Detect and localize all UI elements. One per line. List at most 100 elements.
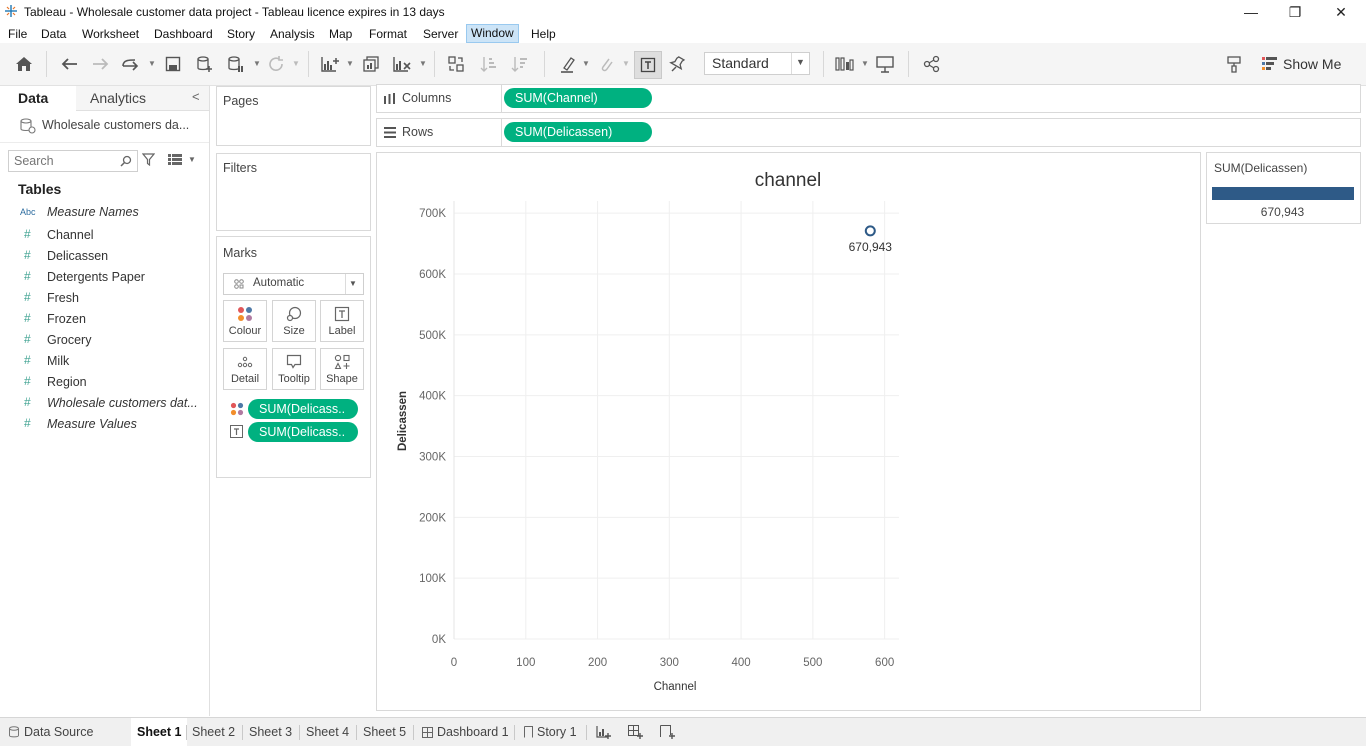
rows-pill[interactable]: SUM(Delicassen) xyxy=(504,122,652,142)
group-members-icon[interactable] xyxy=(594,52,618,76)
new-data-source-icon[interactable] xyxy=(193,52,217,76)
tab-sheet-2[interactable]: Sheet 2 xyxy=(186,718,241,746)
tab-story-1[interactable]: Story 1 xyxy=(518,718,583,746)
pause-updates-icon[interactable] xyxy=(224,52,248,76)
duplicate-sheet-icon[interactable] xyxy=(359,52,383,76)
tab-sheet-1[interactable]: Sheet 1 xyxy=(131,718,188,746)
colour-legend[interactable]: SUM(Delicassen) 670,943 xyxy=(1206,152,1361,224)
clear-sheet-caret-icon[interactable]: ▼ xyxy=(419,59,427,68)
view-list-icon[interactable] xyxy=(168,154,182,165)
menu-data[interactable]: Data xyxy=(37,26,70,42)
menu-map[interactable]: Map xyxy=(325,26,356,42)
label-button[interactable]: Label xyxy=(320,300,364,342)
filters-card[interactable]: Filters xyxy=(216,153,371,231)
field-frozen[interactable]: # Frozen xyxy=(0,309,205,329)
menu-dashboard[interactable]: Dashboard xyxy=(150,26,217,42)
refresh-icon[interactable] xyxy=(264,52,288,76)
legend-value: 670,943 xyxy=(1260,205,1305,219)
tab-sheet-4[interactable]: Sheet 4 xyxy=(300,718,355,746)
menu-worksheet[interactable]: Worksheet xyxy=(78,26,143,42)
show-mark-labels-icon[interactable] xyxy=(634,51,662,79)
size-button[interactable]: Size xyxy=(272,300,316,342)
view-list-caret-icon[interactable]: ▼ xyxy=(188,155,196,164)
colour-pill[interactable]: SUM(Delicass.. xyxy=(248,399,358,419)
rows-shelf[interactable]: Rows SUM(Delicassen) xyxy=(376,118,1361,147)
clear-sheet-icon[interactable] xyxy=(390,52,414,76)
columns-shelf[interactable]: Columns SUM(Channel) xyxy=(376,84,1361,113)
new-dashboard-tab-icon[interactable] xyxy=(628,725,644,743)
undo-icon[interactable] xyxy=(57,52,81,76)
tooltip-button[interactable]: Tooltip xyxy=(272,348,316,390)
data-source-item[interactable]: Wholesale customers da... xyxy=(0,112,209,143)
field-channel[interactable]: # Channel xyxy=(0,225,205,245)
menu-format[interactable]: Format xyxy=(365,26,411,42)
field-delicassen[interactable]: # Delicassen xyxy=(0,246,205,266)
group-caret-icon[interactable]: ▼ xyxy=(622,59,630,68)
close-button[interactable]: ✕ xyxy=(1321,2,1361,22)
tab-dashboard-1[interactable]: Dashboard 1 xyxy=(416,718,515,746)
view-caret-icon[interactable]: ▼ xyxy=(861,59,869,68)
field-detergents-paper[interactable]: # Detergents Paper xyxy=(0,267,205,287)
menu-server[interactable]: Server xyxy=(419,26,462,42)
menu-story[interactable]: Story xyxy=(223,26,259,42)
detail-button[interactable]: Detail xyxy=(223,348,267,390)
highlight-caret-icon[interactable]: ▼ xyxy=(582,59,590,68)
field-measure-names[interactable]: Abc Measure Names xyxy=(0,202,205,222)
tab-sheet-5[interactable]: Sheet 5 xyxy=(357,718,412,746)
field-region[interactable]: # Region xyxy=(0,372,205,392)
fit-select[interactable]: Standard ▼ xyxy=(704,52,810,75)
chart-view[interactable]: channel 0 100 200 300 400 500 600 0K 100K 200K 300… xyxy=(376,152,1201,711)
tab-sheet-3[interactable]: Sheet 3 xyxy=(243,718,298,746)
new-worksheet-caret-icon[interactable]: ▼ xyxy=(346,59,354,68)
tab-data[interactable]: Data xyxy=(0,86,76,111)
redo-icon[interactable] xyxy=(89,52,113,76)
pause-caret-icon[interactable]: ▼ xyxy=(253,59,261,68)
pages-card[interactable]: Pages xyxy=(216,86,371,146)
menu-analysis[interactable]: Analysis xyxy=(266,26,319,42)
sort-descending-icon[interactable] xyxy=(508,52,532,76)
presentation-mode-icon[interactable] xyxy=(834,52,858,76)
restore-button[interactable]: ❐ xyxy=(1275,2,1315,22)
field-milk[interactable]: # Milk xyxy=(0,351,205,371)
home-icon[interactable] xyxy=(12,52,36,76)
search-field[interactable] xyxy=(8,150,138,172)
save-icon[interactable] xyxy=(161,52,185,76)
tab-data-source[interactable]: Data Source xyxy=(2,718,99,746)
minimize-button[interactable]: — xyxy=(1231,2,1271,22)
field-wholesale-count[interactable]: # Wholesale customers dat... xyxy=(0,393,205,413)
fix-axes-icon[interactable] xyxy=(665,52,689,76)
sort-ascending-icon[interactable] xyxy=(477,52,501,76)
x-tick-label: 500 xyxy=(803,657,822,669)
field-fresh[interactable]: # Fresh xyxy=(0,288,205,308)
redo-dropdown-icon[interactable] xyxy=(119,52,143,76)
new-worksheet-tab-icon[interactable] xyxy=(596,725,612,743)
label-pill[interactable]: SUM(Delicass.. xyxy=(248,422,358,442)
scatter-point[interactable] xyxy=(864,225,876,237)
tab-story-1-label: Story 1 xyxy=(537,725,577,739)
new-story-tab-icon[interactable] xyxy=(660,725,676,743)
show-cards-icon[interactable] xyxy=(873,52,897,76)
colour-button[interactable]: Colour xyxy=(223,300,267,342)
search-input[interactable] xyxy=(12,152,116,170)
format-painter-icon[interactable] xyxy=(1222,52,1246,76)
mark-type-select[interactable]: Automatic ▼ xyxy=(223,273,364,295)
collapse-pane-icon[interactable]: < xyxy=(192,89,200,104)
x-tick-label: 600 xyxy=(875,657,894,669)
redo-caret-icon[interactable]: ▼ xyxy=(148,59,156,68)
highlight-icon[interactable] xyxy=(556,52,580,76)
field-measure-values[interactable]: # Measure Values xyxy=(0,414,205,434)
share-icon[interactable] xyxy=(920,52,944,76)
filter-icon[interactable] xyxy=(142,153,155,166)
shape-button[interactable]: Shape xyxy=(320,348,364,390)
new-worksheet-icon[interactable] xyxy=(318,52,342,76)
menu-file[interactable]: File xyxy=(4,26,31,42)
show-me-button[interactable]: Show Me xyxy=(1260,55,1350,75)
tab-analytics[interactable]: Analytics xyxy=(76,86,186,110)
swap-rows-columns-icon[interactable] xyxy=(444,52,468,76)
refresh-caret-icon[interactable]: ▼ xyxy=(292,59,300,68)
field-grocery[interactable]: # Grocery xyxy=(0,330,205,350)
columns-pill[interactable]: SUM(Channel) xyxy=(504,88,652,108)
menu-help[interactable]: Help xyxy=(527,26,560,42)
scatter-chart[interactable]: channel 0 100 200 300 400 500 600 0K 100K 200K 300… xyxy=(377,153,1200,710)
menu-window[interactable]: Window xyxy=(466,24,519,43)
